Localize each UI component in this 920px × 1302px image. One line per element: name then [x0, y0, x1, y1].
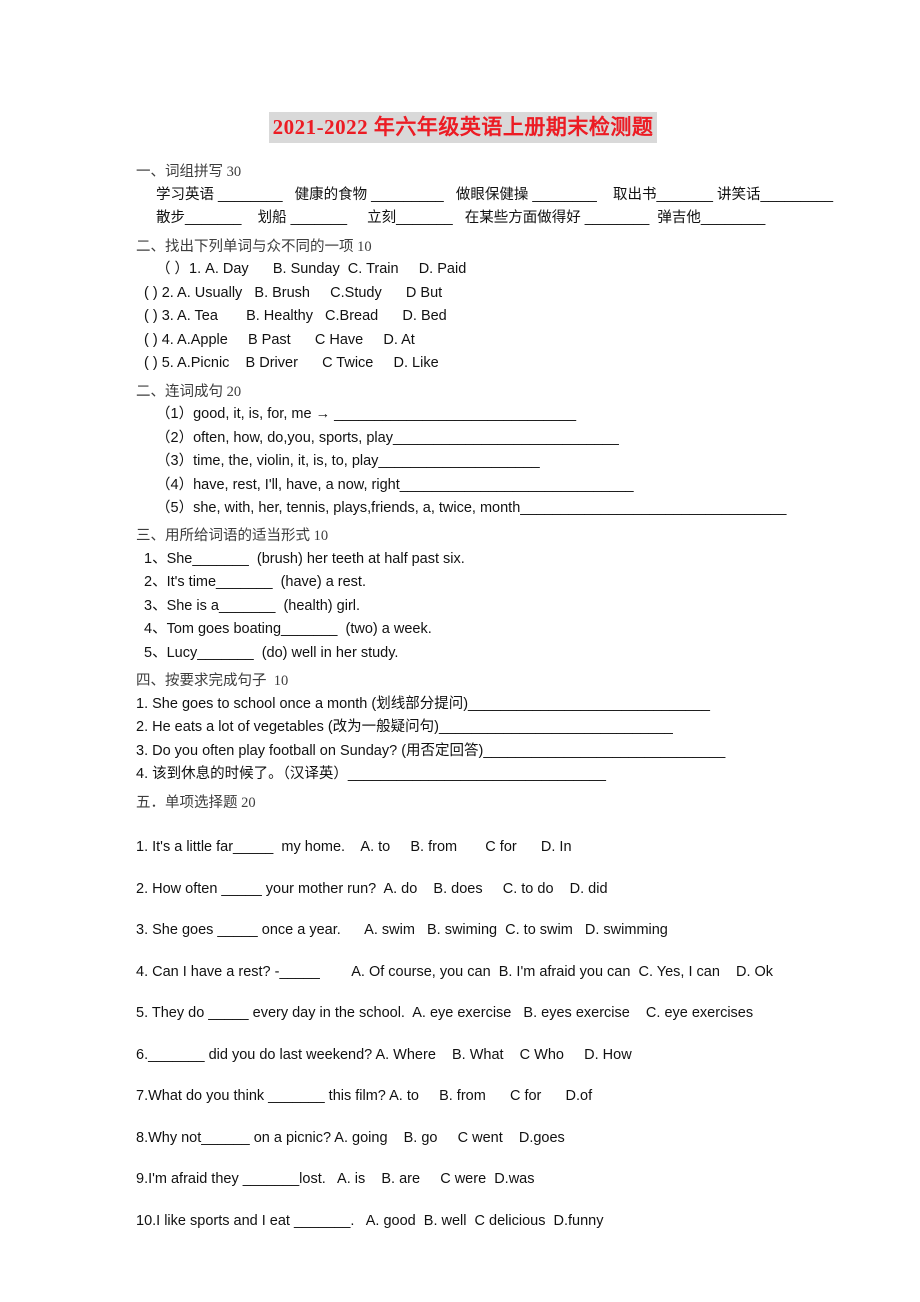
- section-multiple-choice: 五．单项选择题 20 1. It's a little far_____ my …: [136, 792, 790, 1233]
- question-item: （3）time, the, violin, it, is, to, play__…: [156, 453, 540, 470]
- section-odd-one-out: 二、找出下列单词与众不同的一项 10 （ ）1. A. Day B. Sunda…: [136, 236, 790, 376]
- question-item: 9.I'm afraid they _______lost. A. is B. …: [136, 1171, 535, 1188]
- question-item: 3、She is a_______ (health) girl.: [144, 597, 361, 614]
- question-item: ( ) 5. A.Picnic B Driver C Twice D. Like: [144, 355, 439, 372]
- question-item: 5、Lucy_______ (do) well in her study.: [144, 644, 399, 661]
- question-item: 2. How often _____ your mother run? A. d…: [136, 880, 608, 897]
- question-item: （4）have, rest, I'll, have, a now, right_…: [156, 476, 634, 493]
- section-sentence-transformation: 四、按要求完成句子 10 1. She goes to school once …: [136, 670, 790, 786]
- question-item: （1）good, it, is, for, me → _____________…: [156, 406, 577, 423]
- section-heading-sentence-transformation: 四、按要求完成句子 10: [136, 673, 289, 690]
- question-item: 4. 该到休息的时候了。（汉译英）_______________________…: [136, 766, 606, 783]
- question-item: ( ) 2. A. Usually B. Brush C.Study D But: [144, 284, 443, 301]
- question-item: （5）she, with, her, tennis, plays,friends…: [156, 499, 787, 516]
- section-heading-word-forms: 三、用所给词语的适当形式 10: [136, 528, 329, 545]
- question-item: 1. It's a little far_____ my home. A. to…: [136, 839, 572, 856]
- section-heading-vocabulary: 一、词组拼写 30: [136, 164, 242, 181]
- question-item: （2）often, how, do,you, sports, play_____…: [156, 429, 619, 446]
- question-item: 3. Do you often play football on Sunday?…: [136, 742, 726, 759]
- question-item: 7.What do you think _______ this film? A…: [136, 1088, 593, 1105]
- question-item: 4. Can I have a rest? -_____ A. Of cours…: [136, 963, 774, 980]
- section-sentence-ordering: 二、连词成句 20 （1）good, it, is, for, me → ___…: [136, 381, 790, 521]
- question-item: ( ) 4. A.Apple B Past C Have D. At: [144, 331, 415, 348]
- question-item: （ ）1. A. Day B. Sunday C. Train D. Paid: [156, 261, 467, 278]
- question-item: 5. They do _____ every day in the school…: [136, 1005, 754, 1022]
- question-item: 2、It's time_______ (have) a rest.: [144, 574, 366, 591]
- title-container: 2021-2022 年六年级英语上册期末检测题: [136, 0, 790, 144]
- question-item: 10.I like sports and I eat _______. A. g…: [136, 1212, 604, 1229]
- page-title: 2021-2022 年六年级英语上册期末检测题: [268, 112, 658, 144]
- vocabulary-line-2: 散步_______ 划船 _______ 立刻_______ 在某些方面做得好 …: [156, 210, 766, 227]
- question-item: 2. He eats a lot of vegetables (改为一般疑问句)…: [136, 719, 673, 736]
- section-vocabulary: 一、词组拼写 30 学习英语 ________ 健康的食物 _________ …: [136, 161, 834, 230]
- section-heading-sentence-ordering: 二、连词成句 20: [136, 383, 242, 400]
- section-heading-multiple-choice: 五．单项选择题 20: [136, 794, 256, 811]
- question-item: 6._______ did you do last weekend? A. Wh…: [136, 1046, 632, 1063]
- question-item: 1. She goes to school once a month (划线部分…: [136, 695, 710, 712]
- section-word-forms: 三、用所给词语的适当形式 10 1、She_______ (brush) her…: [136, 525, 790, 665]
- section-heading-odd-one-out: 二、找出下列单词与众不同的一项 10: [136, 238, 372, 255]
- question-item: ( ) 3. A. Tea B. Healthy C.Bread D. Bed: [144, 308, 447, 325]
- exam-paper-page: 2021-2022 年六年级英语上册期末检测题 一、词组拼写 30 学习英语 _…: [0, 0, 920, 1302]
- vocabulary-line-1: 学习英语 ________ 健康的食物 _________ 做眼保健操 ____…: [156, 186, 834, 203]
- question-item: 1、She_______ (brush) her teeth at half p…: [144, 550, 465, 567]
- question-item: 8.Why not______ on a picnic? A. going B.…: [136, 1129, 565, 1146]
- question-item: 3. She goes _____ once a year. A. swim B…: [136, 922, 668, 939]
- question-item: 4、Tom goes boating_______ (two) a week.: [144, 621, 432, 638]
